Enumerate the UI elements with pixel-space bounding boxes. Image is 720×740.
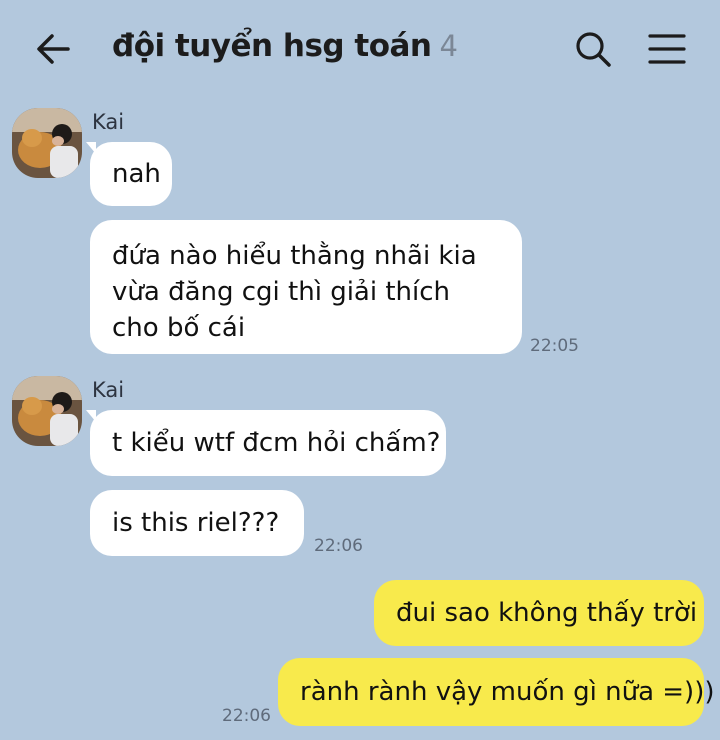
chat-header: đội tuyển hsg toán 4: [0, 0, 720, 96]
message-bubble[interactable]: t kiểu wtf đcm hỏi chấm?: [90, 410, 446, 476]
message-bubble[interactable]: is this riel???: [90, 490, 304, 556]
message-time: 22:06: [314, 536, 363, 556]
sender-name: Kai: [92, 110, 125, 134]
message-bubble-outgoing[interactable]: đui sao không thấy trời: [374, 580, 704, 646]
message-time: 22:06: [222, 706, 271, 726]
back-arrow-icon[interactable]: [30, 26, 76, 72]
message-bubble[interactable]: nah: [90, 142, 172, 206]
message-bubble-outgoing[interactable]: rành rành vậy muốn gì nữa =))): [278, 658, 714, 726]
sender-name: Kai: [92, 378, 125, 402]
message-bubble[interactable]: đứa nào hiểu thằng nhãi kia vừa đăng cgi…: [90, 220, 522, 354]
menu-icon[interactable]: [644, 28, 690, 70]
chat-title-area: đội tuyển hsg toán 4: [112, 28, 458, 68]
message-time: 22:05: [530, 336, 579, 356]
avatar[interactable]: [12, 376, 82, 446]
search-icon[interactable]: [572, 28, 614, 70]
member-count: 4: [439, 29, 458, 63]
avatar[interactable]: [12, 108, 82, 178]
chat-title: đội tuyển hsg toán: [112, 28, 432, 64]
